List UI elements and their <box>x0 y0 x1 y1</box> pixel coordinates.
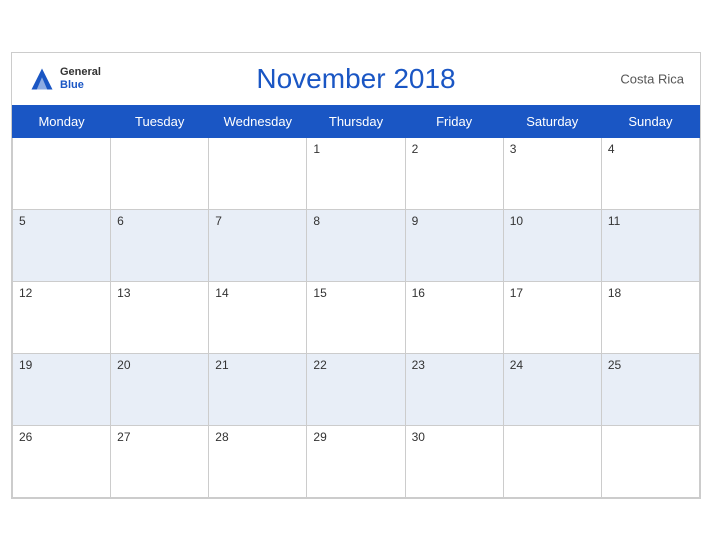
calendar-day-cell: 25 <box>601 353 699 425</box>
calendar-week-row: 12 13 14 15 16 17 18 <box>13 281 700 353</box>
day-number: 25 <box>608 358 621 372</box>
day-number: 30 <box>412 430 425 444</box>
calendar-day-cell: 29 <box>307 425 405 497</box>
calendar-day-cell: 8 <box>307 209 405 281</box>
calendar-week-row: 26 27 28 29 30 <box>13 425 700 497</box>
calendar-day-cell: 10 <box>503 209 601 281</box>
calendar-day-cell: 9 <box>405 209 503 281</box>
calendar-day-cell: 6 <box>111 209 209 281</box>
calendar-day-cell: 13 <box>111 281 209 353</box>
day-number: 6 <box>117 214 124 228</box>
day-number: 12 <box>19 286 32 300</box>
calendar-day-cell: 16 <box>405 281 503 353</box>
country-label: Costa Rica <box>620 71 684 86</box>
calendar-day-cell: 22 <box>307 353 405 425</box>
day-number: 7 <box>215 214 222 228</box>
calendar-day-cell <box>111 137 209 209</box>
day-number: 5 <box>19 214 26 228</box>
logo-text: General Blue <box>60 66 101 90</box>
day-number: 22 <box>313 358 326 372</box>
calendar-day-cell <box>209 137 307 209</box>
day-number: 27 <box>117 430 130 444</box>
day-number: 29 <box>313 430 326 444</box>
header-friday: Friday <box>405 105 503 137</box>
calendar-title: November 2018 <box>256 63 455 95</box>
calendar-day-cell: 4 <box>601 137 699 209</box>
calendar-day-cell <box>503 425 601 497</box>
calendar-day-cell: 5 <box>13 209 111 281</box>
calendar-day-cell: 17 <box>503 281 601 353</box>
calendar-day-cell: 21 <box>209 353 307 425</box>
day-number: 10 <box>510 214 523 228</box>
day-number: 18 <box>608 286 621 300</box>
calendar-day-cell: 19 <box>13 353 111 425</box>
day-number: 4 <box>608 142 615 156</box>
calendar-day-cell: 14 <box>209 281 307 353</box>
header-sunday: Sunday <box>601 105 699 137</box>
day-number: 20 <box>117 358 130 372</box>
header-wednesday: Wednesday <box>209 105 307 137</box>
day-number: 2 <box>412 142 419 156</box>
calendar-day-cell: 20 <box>111 353 209 425</box>
header-saturday: Saturday <box>503 105 601 137</box>
day-number: 24 <box>510 358 523 372</box>
logo-general-text: General <box>60 66 101 78</box>
day-number: 19 <box>19 358 32 372</box>
day-number: 1 <box>313 142 320 156</box>
day-number: 23 <box>412 358 425 372</box>
day-number: 9 <box>412 214 419 228</box>
day-number: 13 <box>117 286 130 300</box>
calendar-day-cell: 26 <box>13 425 111 497</box>
calendar-day-cell: 27 <box>111 425 209 497</box>
calendar-day-cell <box>13 137 111 209</box>
day-number: 21 <box>215 358 228 372</box>
generalblue-logo-icon <box>28 65 56 93</box>
day-number: 26 <box>19 430 32 444</box>
calendar-day-cell: 3 <box>503 137 601 209</box>
calendar-day-cell: 2 <box>405 137 503 209</box>
calendar-grid: Monday Tuesday Wednesday Thursday Friday… <box>12 105 700 498</box>
day-number: 15 <box>313 286 326 300</box>
calendar-day-cell: 1 <box>307 137 405 209</box>
calendar-container: General Blue November 2018 Costa Rica Mo… <box>11 52 701 499</box>
calendar-day-cell: 12 <box>13 281 111 353</box>
day-number: 8 <box>313 214 320 228</box>
calendar-day-cell: 15 <box>307 281 405 353</box>
calendar-week-row: 19 20 21 22 23 24 25 <box>13 353 700 425</box>
day-number: 14 <box>215 286 228 300</box>
calendar-day-cell: 23 <box>405 353 503 425</box>
day-number: 28 <box>215 430 228 444</box>
calendar-day-cell <box>601 425 699 497</box>
calendar-week-row: 5 6 7 8 9 10 11 <box>13 209 700 281</box>
calendar-header: General Blue November 2018 Costa Rica <box>12 53 700 105</box>
header-monday: Monday <box>13 105 111 137</box>
logo-blue-text: Blue <box>60 79 101 91</box>
calendar-day-cell: 18 <box>601 281 699 353</box>
calendar-week-row: 1 2 3 4 <box>13 137 700 209</box>
logo-area: General Blue <box>28 65 101 93</box>
day-number: 11 <box>608 214 620 228</box>
calendar-day-cell: 30 <box>405 425 503 497</box>
calendar-day-cell: 24 <box>503 353 601 425</box>
day-number: 3 <box>510 142 517 156</box>
weekday-header-row: Monday Tuesday Wednesday Thursday Friday… <box>13 105 700 137</box>
day-number: 17 <box>510 286 523 300</box>
calendar-day-cell: 28 <box>209 425 307 497</box>
day-number: 16 <box>412 286 425 300</box>
header-tuesday: Tuesday <box>111 105 209 137</box>
header-thursday: Thursday <box>307 105 405 137</box>
calendar-day-cell: 11 <box>601 209 699 281</box>
calendar-day-cell: 7 <box>209 209 307 281</box>
